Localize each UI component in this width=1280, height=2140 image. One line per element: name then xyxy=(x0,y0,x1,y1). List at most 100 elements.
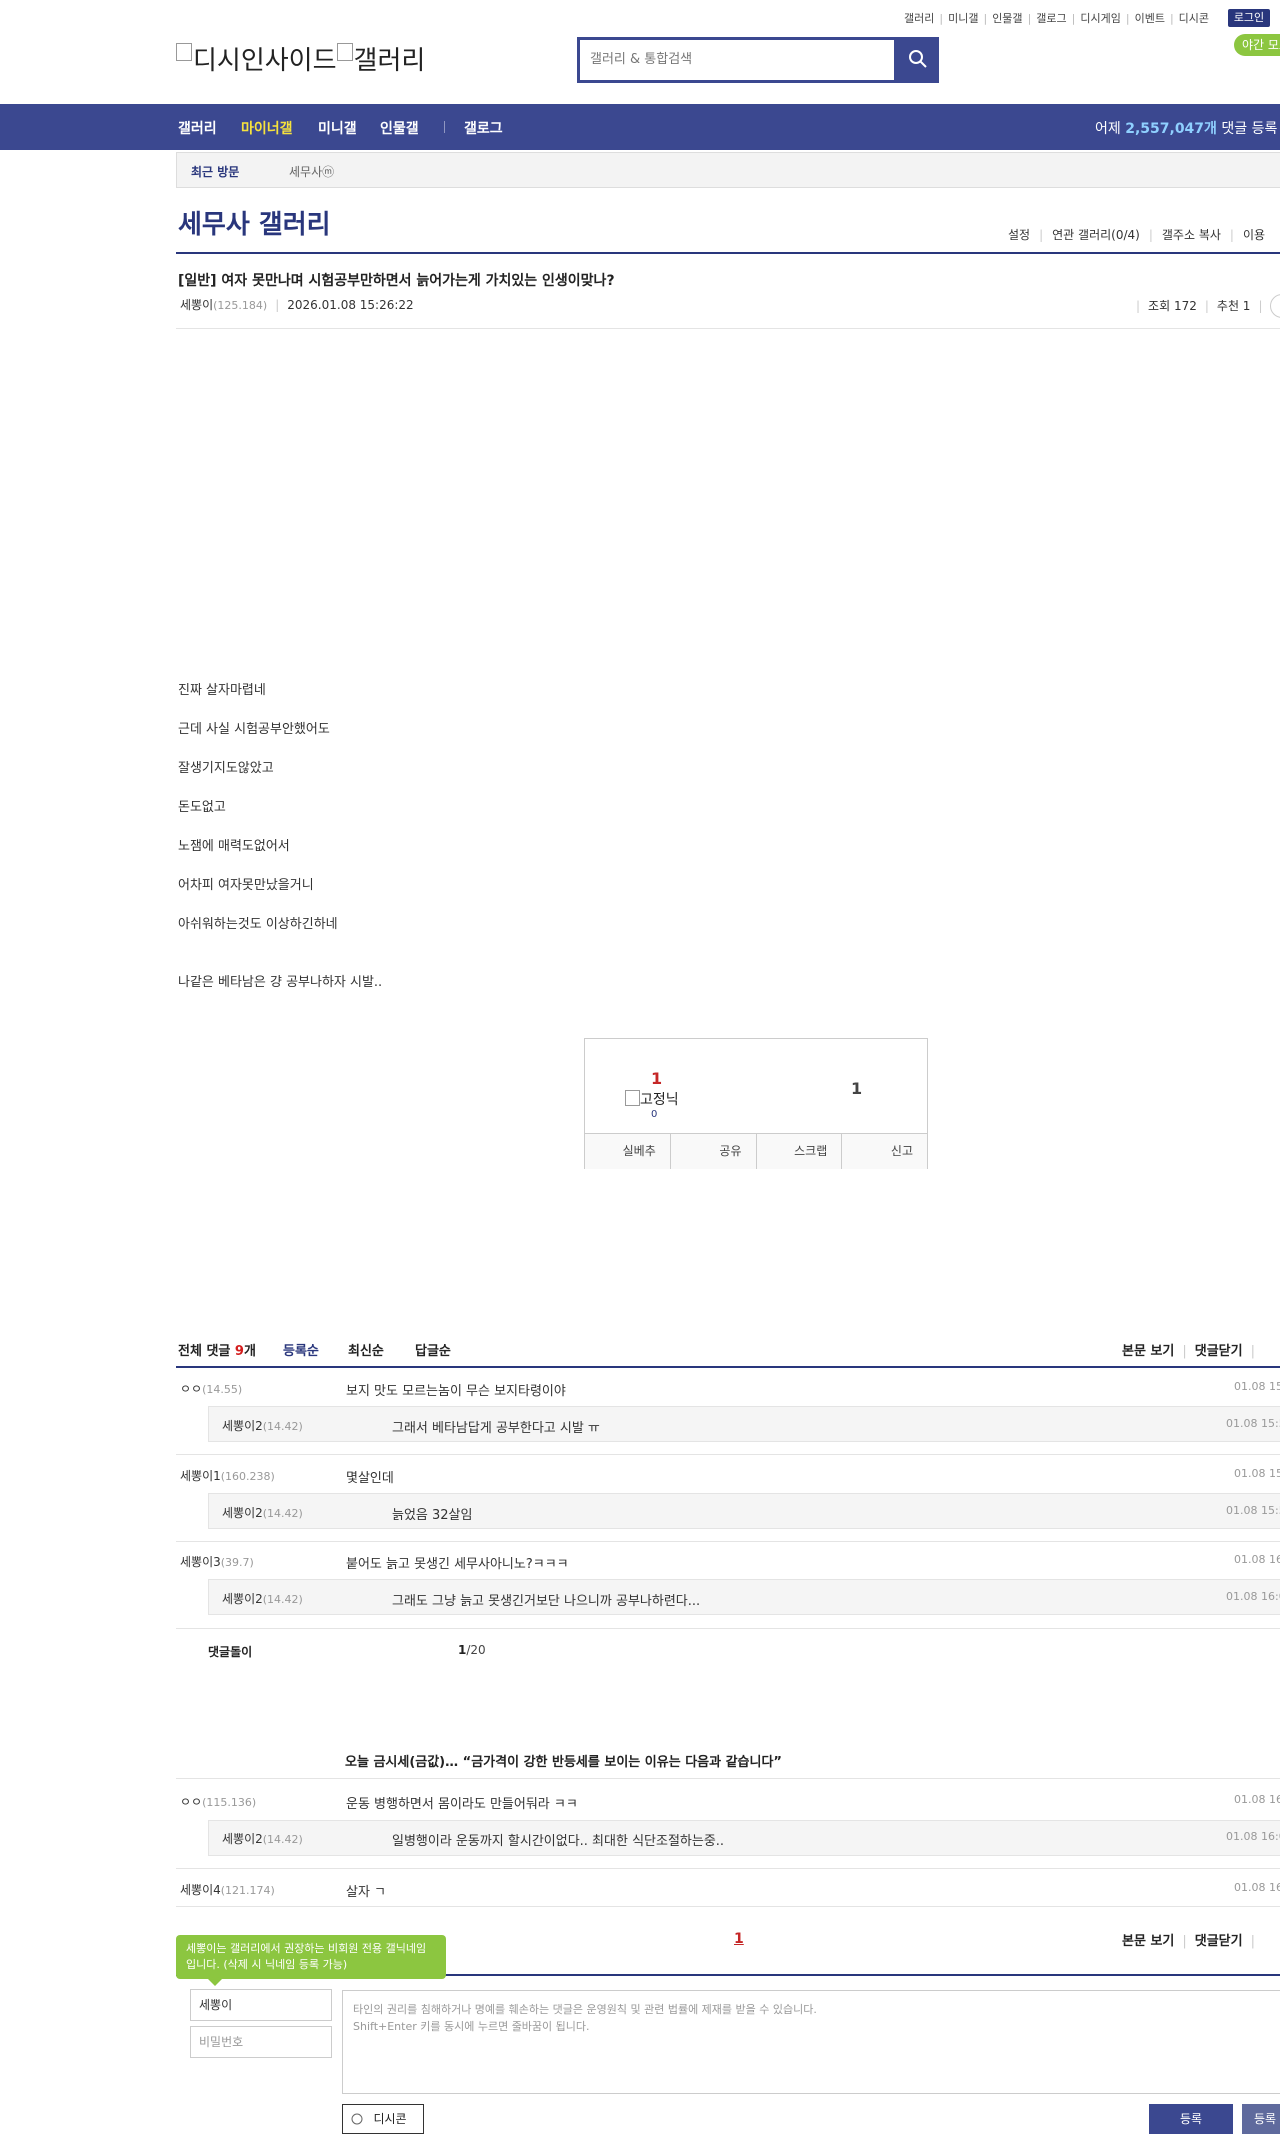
comment-total-label: 전체 댓글 xyxy=(178,1344,231,1359)
news-link[interactable]: 오늘 금시세(금값)… “금가격이 강한 반등세를 보이는 이유는 다음과 같습… xyxy=(345,1751,782,1770)
writer-ip: (125.184) xyxy=(213,299,268,312)
logo-site-alt: 디시인사이드 xyxy=(193,46,337,76)
usage-link[interactable]: 이용 xyxy=(1243,228,1265,242)
recommend-actions: 실베추 공유 스크랩 신고 xyxy=(585,1133,927,1169)
comment-date: 01.08 16 xyxy=(1234,1793,1280,1806)
top-links: 갤러리 | 미니갤 | 인물갤 | 갤로그 | 디시게임 | 이벤트 | 디시콘 xyxy=(904,12,1210,25)
close-comments-link[interactable]: 댓글닫기 xyxy=(1195,1344,1243,1359)
comment-nick[interactable]: 세뽕이1(160.238) xyxy=(180,1467,275,1484)
settings-link[interactable]: 설정 xyxy=(1008,228,1030,242)
reply-row xyxy=(208,1820,1280,1856)
writer-nick[interactable]: 세뽕이 xyxy=(180,298,213,312)
more-options-icon[interactable] xyxy=(1270,294,1280,318)
submit-recommend-button[interactable]: 등록 xyxy=(1242,2104,1280,2134)
reply-nick[interactable]: 세뽕이2(14.42) xyxy=(222,1830,303,1847)
reply-text: 그래서 베타남답게 공부한다고 시발 ㅠ xyxy=(392,1421,600,1436)
nav-item-minor[interactable]: 마이너갤 xyxy=(241,118,293,138)
comment-tools: 본문 보기 | 댓글닫기 | xyxy=(1122,1344,1255,1359)
dccon-button[interactable]: 디시콘 xyxy=(342,2104,424,2134)
reply-date: 01.08 15:5 xyxy=(1226,1504,1280,1517)
top-link-mini[interactable]: 미니갤 xyxy=(948,12,978,25)
recommend-down-count[interactable]: 1 xyxy=(851,1079,862,1098)
search-icon[interactable] xyxy=(908,49,928,69)
search-bar: 갤러리 & 통합검색 xyxy=(577,37,939,83)
top-link-gallery[interactable]: 갤러리 xyxy=(904,12,934,25)
reply-nick[interactable]: 세뽕이2(14.42) xyxy=(222,1504,303,1521)
nav-item-gallery[interactable]: 갤러리 xyxy=(178,118,217,138)
post-body-line: 어차피 여자못만났을거니 xyxy=(178,878,314,893)
comment-nick[interactable]: ㅇㅇ(14.55) xyxy=(180,1380,242,1397)
post-header-divider xyxy=(176,328,1280,329)
reply-date: 01.08 16:0 xyxy=(1226,1590,1280,1603)
login-button[interactable]: 로그인 xyxy=(1228,9,1270,27)
reply-text: 그래도 그냥 늙고 못생긴거보단 나으니까 공부나하련다... xyxy=(392,1594,701,1609)
related-gallery-link[interactable]: 연관 갤러리(0/4) xyxy=(1052,228,1140,242)
broken-image-icon xyxy=(625,1090,640,1106)
sort-registered[interactable]: 등록순 xyxy=(283,1340,319,1359)
main-nav: 갤러리 마이너갤 미니갤 인물갤 갤로그 어제 2,557,047개 댓글 등록 xyxy=(0,104,1280,150)
search-input[interactable]: 갤러리 & 통합검색 xyxy=(580,40,894,80)
comment-header: 전체 댓글 9개 xyxy=(178,1344,256,1359)
view-post-link[interactable]: 본문 보기 xyxy=(1122,1344,1174,1359)
top-link-event[interactable]: 이벤트 xyxy=(1135,12,1165,25)
post-body-line: 아쉬워하는것도 이상하긴하네 xyxy=(178,917,338,932)
comment-date: 01.08 15 xyxy=(1234,1467,1280,1480)
best-recommend-button[interactable]: 실베추 xyxy=(585,1134,671,1169)
scrap-button[interactable]: 스크랩 xyxy=(756,1134,843,1169)
recent-visit-item[interactable]: 세무사ⓜ xyxy=(289,163,334,180)
close-comments-link[interactable]: 댓글닫기 xyxy=(1195,1934,1243,1949)
comment-textarea[interactable]: 타인의 권리를 침해하거나 명예를 훼손하는 댓글은 운영원칙 및 관련 법률에… xyxy=(342,1990,1280,2094)
reply-row xyxy=(208,1493,1280,1529)
night-mode-toggle[interactable]: 야간 모드 xyxy=(1234,34,1280,56)
top-link-person[interactable]: 인물갤 xyxy=(992,12,1022,25)
gallery-title[interactable]: 세무사 갤러리 xyxy=(178,204,331,241)
view-post-link[interactable]: 본문 보기 xyxy=(1122,1934,1174,1949)
comment-notice-line: Shift+Enter 키를 동시에 누르면 줄바꿈이 됩니다. xyxy=(353,2020,590,2033)
fixed-nick-recommend[interactable]: 고정닉 xyxy=(625,1089,679,1109)
nav-item-gallog[interactable]: 갤로그 xyxy=(464,118,503,138)
post-body-line: 돈도없고 xyxy=(178,800,226,815)
reply-text: 늙었음 32살임 xyxy=(392,1508,473,1523)
share-button[interactable]: 공유 xyxy=(670,1134,757,1169)
reply-nick[interactable]: 세뽕이2(14.42) xyxy=(222,1417,303,1434)
comment-nick[interactable]: 세뽕이4(121.174) xyxy=(180,1881,275,1898)
recommend-count: 추천 1 xyxy=(1216,299,1251,313)
comment-nick[interactable]: 세뽕이3(39.7) xyxy=(180,1553,254,1570)
top-link-dccon[interactable]: 디시콘 xyxy=(1179,12,1209,25)
password-field[interactable]: 비밀번호 xyxy=(190,2026,332,2058)
comment-separator xyxy=(176,1628,1280,1629)
nav-divider xyxy=(444,121,445,133)
post-body-line: 나같은 베타남은 걍 공부나하자 시발.. xyxy=(178,975,383,990)
view-count: 조회 172 xyxy=(1148,299,1197,313)
comment-page-1[interactable]: 1 xyxy=(734,1931,744,1947)
post-body-line: 근데 사실 시험공부안했어도 xyxy=(178,722,330,737)
top-link-gallog[interactable]: 갤로그 xyxy=(1036,12,1066,25)
report-button[interactable]: 신고 xyxy=(842,1134,927,1169)
post-body-line: 노잼에 매력도없어서 xyxy=(178,839,290,854)
nickname-tooltip: 세뽕이는 갤러리에서 권장하는 비회원 전용 갤닉네임입니다. (삭제 시 닉네… xyxy=(176,1935,446,1986)
comment-text: 붙어도 늙고 못생긴 세무사아니노?ㅋㅋㅋ xyxy=(346,1557,569,1572)
nickname-field[interactable]: 세뽕이 xyxy=(190,1989,332,2021)
top-link-game[interactable]: 디시게임 xyxy=(1080,12,1120,25)
recommend-up-count: 1 xyxy=(651,1069,663,1088)
comment-separator xyxy=(176,1454,1280,1455)
nav-item-mini[interactable]: 미니갤 xyxy=(318,118,357,138)
nav-item-person[interactable]: 인물갤 xyxy=(380,118,419,138)
post-stats: | 조회 172 | 추천 1 | xyxy=(1136,299,1263,313)
submit-button[interactable]: 등록 xyxy=(1149,2104,1233,2134)
copy-address-link[interactable]: 갤주소 복사 xyxy=(1162,228,1221,242)
reply-row xyxy=(208,1406,1280,1442)
site-logo[interactable]: 디시인사이드 갤러리 xyxy=(176,40,425,77)
comment-page-info: 1/20 xyxy=(458,1643,486,1657)
gallery-tools: 설정 | 연관 갤러리(0/4) | 갤주소 복사 | 이용 xyxy=(1008,228,1266,242)
comment-nick[interactable]: ㅇㅇ(115.136) xyxy=(180,1793,256,1810)
logo-gallery-alt: 갤러리 xyxy=(353,46,426,76)
fixed-nick-count: 0 xyxy=(651,1109,658,1120)
reply-nick[interactable]: 세뽕이2(14.42) xyxy=(222,1590,303,1607)
title-divider xyxy=(176,252,1280,254)
sort-latest[interactable]: 최신순 xyxy=(348,1340,384,1359)
comment-separator xyxy=(176,1778,1280,1779)
sort-replies[interactable]: 답글순 xyxy=(415,1340,451,1359)
reply-text: 일병행이라 운동까지 할시간이없다.. 최대한 식단조절하는중.. xyxy=(392,1834,725,1849)
comment-text: 보지 맛도 모르는놈이 무슨 보지타령이야 xyxy=(346,1384,566,1399)
